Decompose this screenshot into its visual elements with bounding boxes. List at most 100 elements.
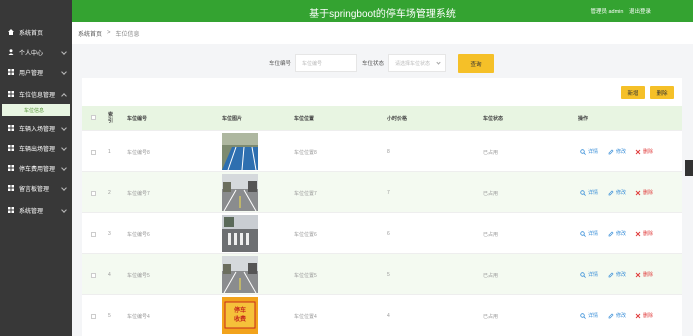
grid-icon [8, 69, 14, 75]
sidebar-item-6[interactable]: 停车费用管理 [0, 158, 72, 178]
delete-button[interactable]: 删除 [650, 86, 674, 99]
status-select[interactable]: 请选择车位状态 [388, 54, 446, 72]
breadcrumb-home[interactable]: 系统首页 [78, 29, 102, 38]
row-delete-button[interactable]: 删除 [635, 271, 653, 278]
detail-button[interactable]: 详情 [580, 312, 598, 319]
top-bar: 基于springboot的停车场管理系统 管理员 admin 退出登录 [72, 0, 693, 22]
table-row: 4 车位编号5 车位位置5 5 已占用 详情 修改 删除 [82, 253, 682, 294]
chevron-icon [61, 93, 67, 99]
chevron-down-icon [436, 60, 441, 65]
chevron-icon [61, 69, 67, 75]
row-location: 车位位置5 [294, 273, 317, 279]
sidebar-item-label: 留言板管理 [19, 186, 50, 193]
row-checkbox[interactable] [91, 273, 96, 278]
col-status: 车位状态 [483, 116, 504, 122]
row-delete-button[interactable]: 删除 [635, 230, 653, 237]
detail-label: 详情 [588, 190, 599, 196]
row-status: 已占用 [483, 314, 499, 320]
edit-button[interactable]: 修改 [608, 230, 626, 237]
sidebar-item-4[interactable]: 车辆入场管理 [0, 118, 72, 138]
sidebar-item-label: 车位信息管理 [19, 92, 56, 99]
edit-button[interactable]: 修改 [608, 312, 626, 319]
sidebar-item-2[interactable]: 用户管理 [0, 62, 72, 82]
table-row: 3 车位编号6 车位位置6 6 已占用 详情 修改 删除 [82, 212, 682, 253]
breadcrumb: 系统首页 > 车位信息 [72, 22, 693, 44]
edit-label: 修改 [616, 313, 627, 319]
chevron-icon [61, 207, 67, 213]
row-number: 车位编号6 [127, 232, 150, 238]
search-icon [580, 312, 586, 319]
edit-button[interactable]: 修改 [608, 148, 626, 155]
chevron-icon [61, 165, 67, 171]
detail-label: 详情 [588, 313, 599, 319]
sidebar-item-8[interactable]: 系统管理 [0, 200, 72, 220]
detail-button[interactable]: 详情 [580, 230, 598, 237]
row-location: 车位位置4 [294, 314, 317, 320]
pencil-icon [608, 231, 614, 236]
detail-button[interactable]: 详情 [580, 271, 598, 278]
edit-button[interactable]: 修改 [608, 271, 626, 278]
status-placeholder: 请选择车位状态 [395, 60, 431, 67]
sidebar-item-5[interactable]: 车辆出场管理 [0, 138, 72, 158]
row-status: 已占用 [483, 273, 499, 279]
sidebar-item-label: 系统首页 [19, 30, 44, 37]
row-delete-button[interactable]: 删除 [635, 189, 653, 196]
pencil-icon [608, 149, 614, 154]
row-index: 2 [108, 190, 111, 196]
query-button[interactable]: 查询 [458, 54, 494, 73]
chevron-icon [61, 125, 67, 131]
table-header: 索引 车位编号 车位图片 车位位置 小时价格 车位状态 操作 [82, 106, 682, 130]
search-icon [580, 271, 586, 278]
delete-label: 删除 [643, 149, 654, 155]
parking-space-image [222, 215, 258, 252]
add-button[interactable]: 新增 [621, 86, 645, 99]
col-price: 小时价格 [387, 116, 408, 122]
row-location: 车位位置6 [294, 232, 317, 238]
search-icon [580, 230, 586, 237]
close-icon [635, 272, 641, 277]
row-checkbox[interactable] [91, 150, 96, 155]
row-location: 车位位置7 [294, 191, 317, 197]
row-index: 1 [108, 149, 111, 155]
grid-icon [8, 165, 14, 171]
parking-space-image [222, 133, 258, 170]
col-image: 车位图片 [222, 116, 243, 122]
sidebar-subitem-parking[interactable]: 车位信息 [2, 104, 70, 116]
row-checkbox[interactable] [91, 314, 96, 319]
row-delete-button[interactable]: 删除 [635, 312, 653, 319]
close-icon [635, 149, 641, 154]
select-all-checkbox[interactable] [91, 115, 96, 120]
pencil-icon [608, 190, 614, 195]
logout-link[interactable]: 退出登录 [629, 9, 651, 15]
sidebar-item-7[interactable]: 留言板管理 [0, 178, 72, 198]
delete-label: 删除 [643, 313, 654, 319]
row-price: 5 [387, 272, 390, 278]
row-location: 车位位置8 [294, 150, 317, 156]
parking-space-image [222, 256, 258, 293]
scroll-handle[interactable] [685, 160, 693, 176]
row-checkbox[interactable] [91, 191, 96, 196]
edit-label: 修改 [616, 190, 627, 196]
pencil-icon [608, 313, 614, 318]
sidebar-item-1[interactable]: 个人中心 [0, 42, 72, 62]
sidebar-item-0[interactable]: 系统首页 [0, 22, 72, 42]
status-label: 车位状态 [362, 61, 385, 67]
row-index: 5 [108, 313, 111, 319]
detail-button[interactable]: 详情 [580, 189, 598, 196]
edit-button[interactable]: 修改 [608, 189, 626, 196]
search-bar: 车位编号 车位编号 车位状态 请选择车位状态 查询 [72, 54, 693, 74]
close-icon [635, 231, 641, 236]
edit-label: 修改 [616, 272, 627, 278]
table-row: 1 车位编号8 车位位置8 8 已占用 详情 修改 删除 [82, 130, 682, 171]
svg-text:收费: 收费 [234, 315, 246, 323]
detail-label: 详情 [588, 231, 599, 237]
breadcrumb-separator: > [107, 30, 111, 36]
row-delete-button[interactable]: 删除 [635, 148, 653, 155]
detail-label: 详情 [588, 149, 599, 155]
sidebar-item-label: 个人中心 [19, 50, 44, 57]
number-input[interactable]: 车位编号 [295, 54, 357, 72]
row-price: 7 [387, 190, 390, 196]
sidebar-item-3[interactable]: 车位信息管理 [0, 84, 72, 104]
detail-button[interactable]: 详情 [580, 148, 598, 155]
row-checkbox[interactable] [91, 232, 96, 237]
